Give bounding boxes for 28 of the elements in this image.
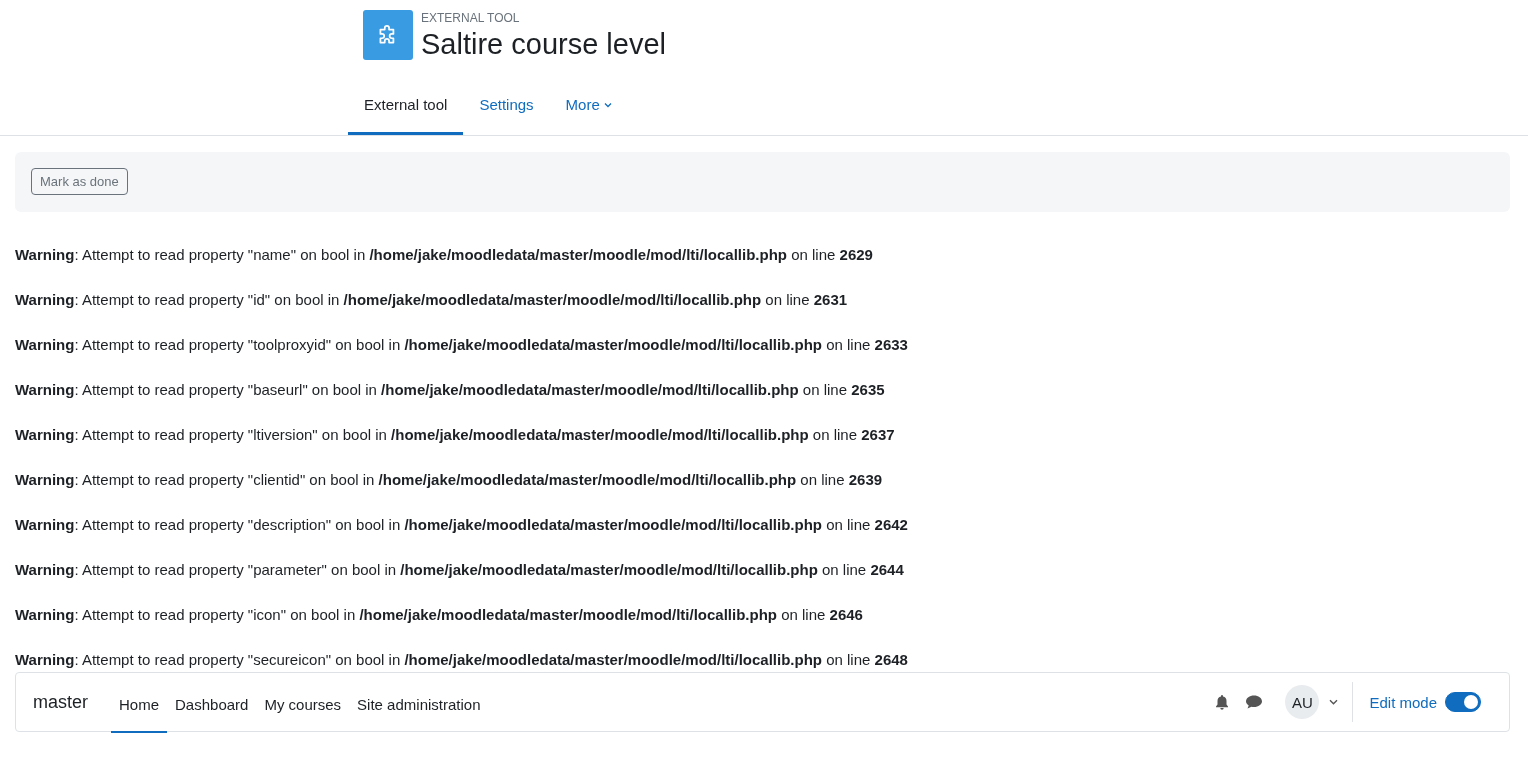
user-avatar[interactable]: AU (1285, 685, 1320, 719)
tab[interactable]: Settings (463, 82, 550, 135)
tab[interactable]: More (549, 82, 628, 135)
edit-mode-toggle[interactable] (1445, 692, 1481, 712)
tab[interactable]: External tool (348, 82, 464, 135)
warning-message: Warning: Attempt to read property "secureicon" on bool in /home/jake/moodledata/master/moodle/mod/lti/locallib.php on line 2648 (15, 650, 909, 670)
warning-message: Warning: Attempt to read property "description" on bool in /home/jake/moodledata/master/moodle/mod/lti/locallib.php on line 2642 (15, 515, 909, 535)
chat-bubble-icon[interactable] (1245, 694, 1264, 710)
site-name[interactable]: master (33, 691, 88, 713)
bell-icon[interactable] (1215, 694, 1230, 710)
caret-icon[interactable] (1329, 699, 1339, 705)
nav-link[interactable]: My courses (256, 675, 350, 733)
nav-link[interactable]: Site administration (349, 675, 489, 733)
mark-as-done-button[interactable]: Mark as done (31, 168, 128, 195)
warning-message: Warning: Attempt to read property "clientid" on bool in /home/jake/moodledata/master/moodle/mod/lti/locallib.php on line 2639 (15, 470, 884, 490)
warning-message: Warning: Attempt to read property "name" on bool in /home/jake/moodledata/master/moodle/mod/lti/locallib.php on line 2629 (15, 245, 874, 265)
warning-message: Warning: Attempt to read property "id" on bool in /home/jake/moodledata/master/moodle/mod/lti/locallib.php on line 2631 (15, 290, 849, 310)
warning-message: Warning: Attempt to read property "toolproxyid" on bool in /home/jake/moodledata/master/moodle/mod/lti/locallib.php on line 2633 (15, 335, 909, 355)
warning-message: Warning: Attempt to read property "ltiversion" on bool in /home/jake/moodledata/master/moodle/mod/lti/locallib.php on line 2637 (15, 425, 896, 445)
warning-message: Warning: Attempt to read property "baseurl" on bool in /home/jake/moodledata/master/moodle/mod/lti/locallib.php on line 2635 (15, 380, 886, 400)
nav-link[interactable]: Dashboard (167, 675, 257, 733)
activity-type-label: EXTERNAL TOOL (421, 11, 521, 25)
edit-mode-label: Edit mode (1369, 693, 1437, 711)
page-title: Saltire course level (421, 27, 666, 61)
nav-link[interactable]: Home (111, 675, 168, 733)
warning-message: Warning: Attempt to read property "parameter" on bool in /home/jake/moodledata/master/moodle/mod/lti/locallib.php on line 2644 (15, 560, 905, 580)
warning-message: Warning: Attempt to read property "icon" on bool in /home/jake/moodledata/master/moodle/mod/lti/locallib.php on line 2646 (15, 605, 864, 625)
puzzle-piece-icon (363, 10, 413, 60)
